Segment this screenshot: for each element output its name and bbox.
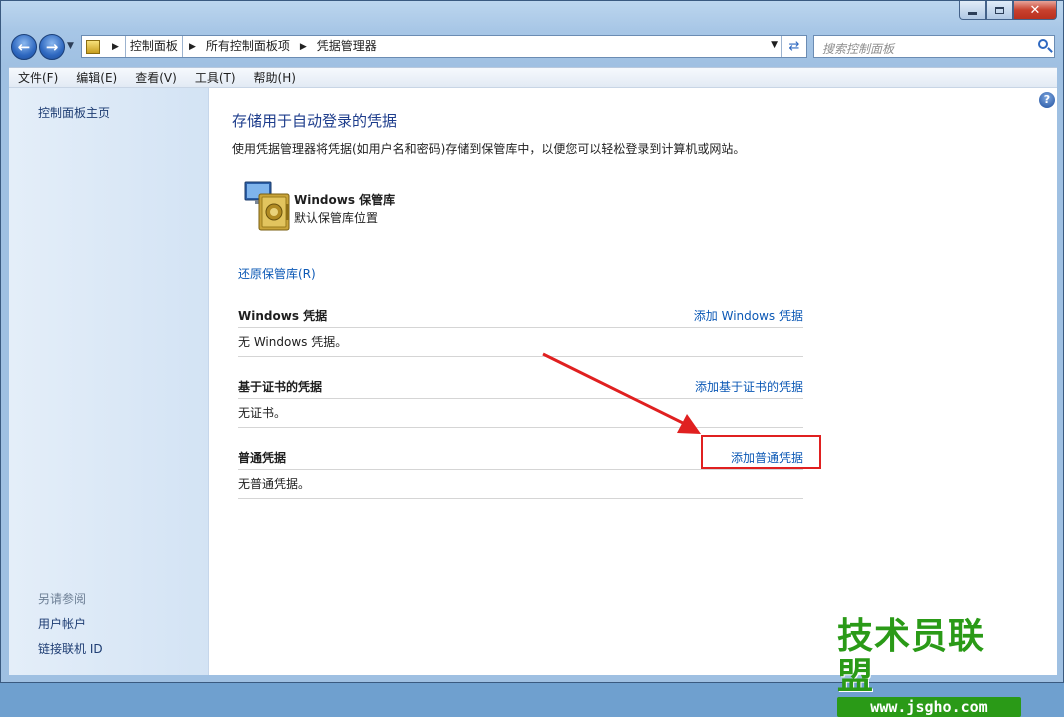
menu-tools[interactable]: 工具(T) [186,69,245,86]
forward-button[interactable]: → [39,34,65,60]
watermark-logo: 技术员联盟 www.jsgho.com [837,617,1021,717]
menu-edit[interactable]: 编辑(E) [67,69,126,86]
maximize-button[interactable] [986,1,1013,20]
watermark-url: www.jsgho.com [837,697,1021,717]
refresh-button[interactable]: ⇄ [781,36,806,57]
refresh-icon: ⇄ [789,39,800,54]
page-description: 使用凭据管理器将凭据(如用户名和密码)存储到保管库中，以便您可以轻松登录到计算机… [232,140,745,157]
section-title: Windows 凭据 [238,307,327,324]
section-empty-text: 无普通凭据。 [238,470,803,499]
back-arrow-icon: ← [18,38,31,56]
vault-name: Windows 保管库 [294,191,395,208]
section-empty-text: 无证书。 [238,399,803,428]
menu-help[interactable]: 帮助(H) [245,69,305,86]
highlight-box [701,435,821,469]
search-box[interactable]: 搜索控制面板 [813,35,1055,58]
windows-credentials-section: Windows 凭据 添加 Windows 凭据 无 Windows 凭据。 [238,299,803,357]
sidebar-control-panel-home[interactable]: 控制面板主页 [38,104,110,121]
control-panel-icon [86,40,100,54]
maximize-icon [995,7,1004,14]
certificate-credentials-section: 基于证书的凭据 添加基于证书的凭据 无证书。 [238,370,803,428]
breadcrumb-all-items[interactable]: 所有控制面板项 [202,36,294,57]
breadcrumb-control-panel[interactable]: 控制面板 [125,36,183,57]
explorer-window: ✕ ← → ▼ ▶ 控制面板 ▶ 所有控制面板项 ▶ 凭据管理器 ▼ ⇄ 搜索控… [0,0,1064,683]
sidebar-user-accounts-link[interactable]: 用户帐户 [38,615,86,632]
main-content: ? 存储用于自动登录的凭据 使用凭据管理器将凭据(如用户名和密码)存储到保管库中… [209,88,1057,675]
section-title: 基于证书的凭据 [238,378,322,395]
search-icon[interactable] [1038,39,1048,49]
sidebar: 控制面板主页 另请参阅 用户帐户 链接联机 ID [9,88,209,675]
menu-bar: 文件(F) 编辑(E) 查看(V) 工具(T) 帮助(H) [9,67,1057,88]
sidebar-see-also-heading: 另请参阅 [38,590,86,607]
caption-buttons: ✕ [959,1,1057,20]
section-title: 普通凭据 [238,449,286,466]
help-icon[interactable]: ? [1039,92,1055,108]
section-empty-text: 无 Windows 凭据。 [238,328,803,357]
add-windows-credential-link[interactable]: 添加 Windows 凭据 [694,307,803,324]
add-certificate-credential-link[interactable]: 添加基于证书的凭据 [695,378,803,395]
vault-subtitle: 默认保管库位置 [294,209,378,226]
address-dropdown-icon[interactable]: ▼ [771,40,778,50]
address-bar[interactable]: ▶ 控制面板 ▶ 所有控制面板项 ▶ 凭据管理器 ▼ ⇄ [81,35,807,58]
menu-view[interactable]: 查看(V) [126,69,186,86]
menu-file[interactable]: 文件(F) [9,69,67,86]
back-button[interactable]: ← [11,34,37,60]
breadcrumb-chevron-icon[interactable]: ▶ [189,42,196,52]
breadcrumb-chevron-icon[interactable]: ▶ [112,42,119,52]
restore-vault-link[interactable]: 还原保管库(R) [238,265,316,282]
forward-arrow-icon: → [46,38,59,56]
close-button[interactable]: ✕ [1013,1,1057,20]
recent-pages-dropdown[interactable]: ▼ [67,41,74,51]
watermark-title: 技术员联盟 [837,617,1021,697]
vault-safe-icon [243,180,293,232]
sidebar-link-online-id[interactable]: 链接联机 ID [38,640,103,657]
search-input[interactable]: 搜索控制面板 [822,40,894,57]
breadcrumb-chevron-icon[interactable]: ▶ [300,42,307,52]
minimize-icon [968,12,977,15]
breadcrumb-credential-manager[interactable]: 凭据管理器 [313,36,381,57]
page-title: 存储用于自动登录的凭据 [232,110,397,131]
annotation-arrow-icon [539,350,709,440]
close-icon: ✕ [1030,3,1041,18]
minimize-button[interactable] [959,1,986,20]
